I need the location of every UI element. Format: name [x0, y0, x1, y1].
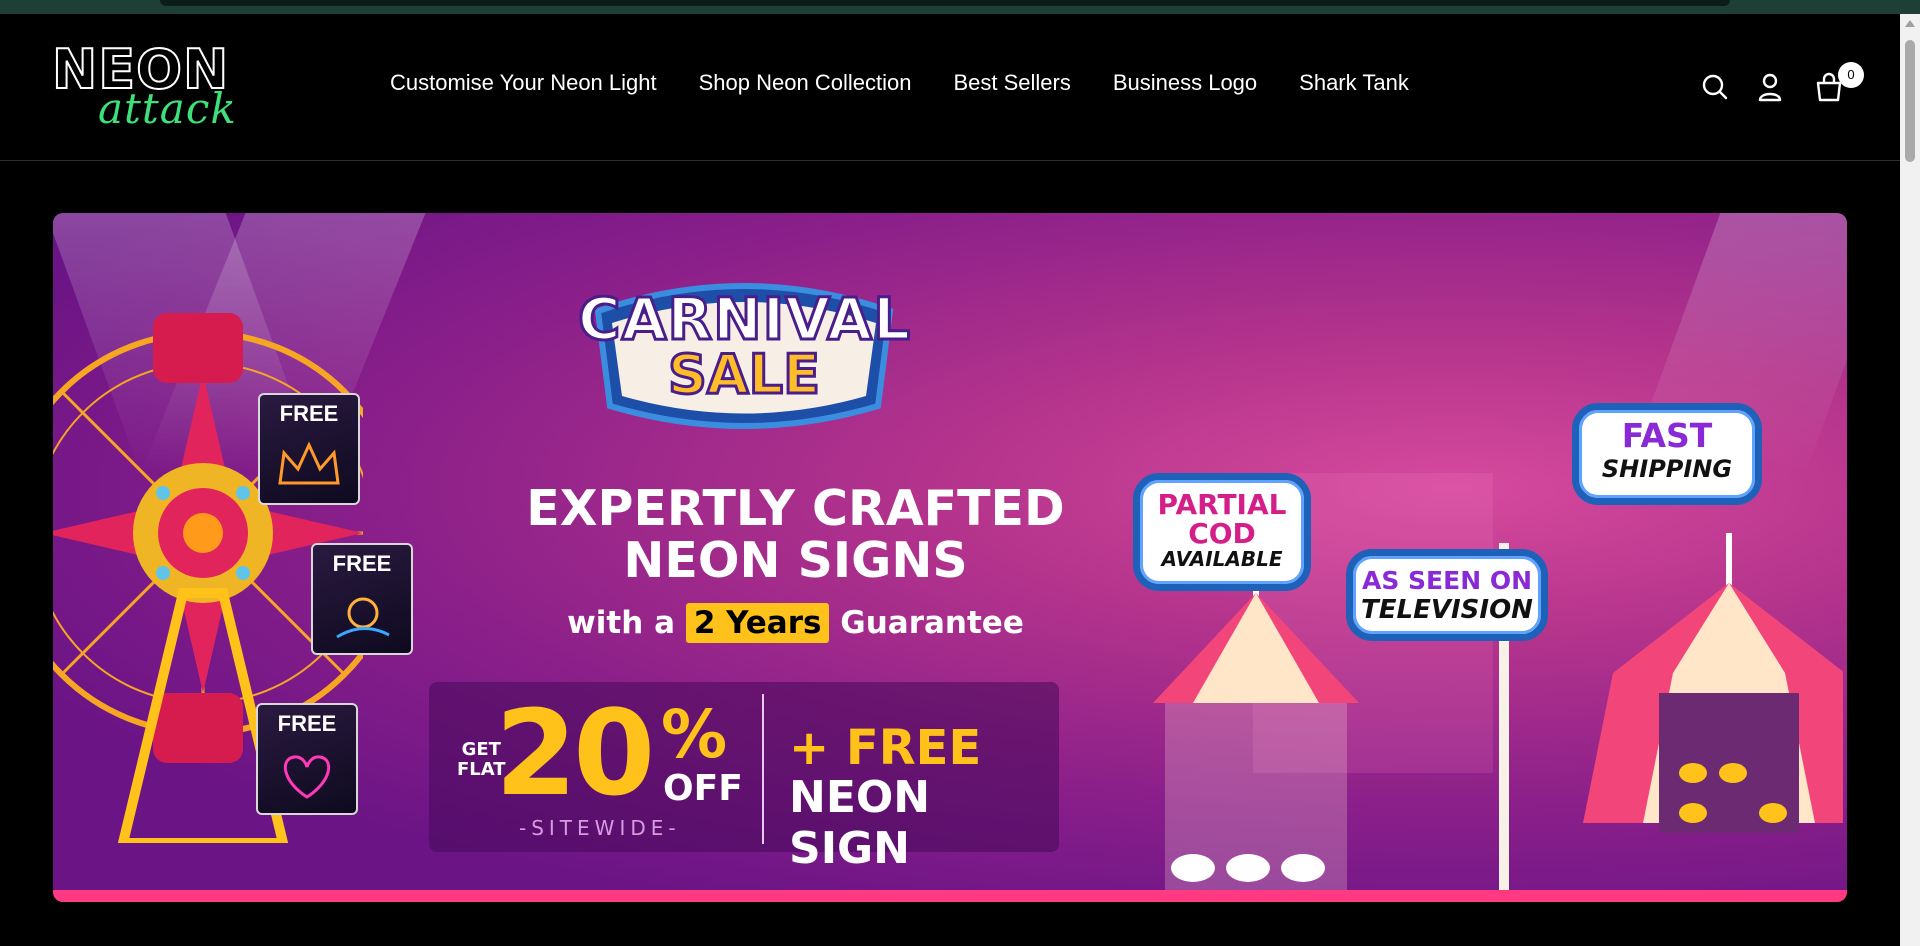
- guarantee-suffix: Guarantee: [840, 605, 1024, 641]
- banner-underline: [53, 890, 1847, 902]
- cart-count-badge: 0: [1838, 62, 1864, 88]
- fast-text: FAST: [1621, 416, 1713, 455]
- search-icon[interactable]: [1698, 70, 1732, 104]
- television-text: TELEVISION: [1361, 595, 1533, 625]
- percent-sign: %: [661, 696, 728, 773]
- headline-line-2: NEON SIGNS: [623, 532, 968, 589]
- off-text: OFF: [663, 768, 743, 809]
- as-seen-on-tv-sign: AS SEEN ON TELEVISION: [1346, 549, 1548, 641]
- scrollbar-thumb[interactable]: [1905, 40, 1915, 162]
- heart-neon-icon: [283, 755, 331, 799]
- free-label: FREE: [279, 401, 339, 426]
- available-text: AVAILABLE: [1161, 547, 1283, 571]
- offer-box: GET FLAT 20 % OFF -SITEWIDE- + FREE NEON…: [429, 682, 1059, 874]
- nav-shark-tank[interactable]: Shark Tank: [1299, 70, 1409, 96]
- shipping-text: SHIPPING: [1601, 455, 1733, 483]
- headline-line-1: EXPERTLY CRAFTED: [526, 480, 1065, 537]
- neon-sign-text: NEON SIGN: [789, 772, 931, 874]
- hero-banner[interactable]: FREE FREE FREE CARNIVAL SALE EXPERTLY CR…: [53, 213, 1847, 902]
- nav-customise[interactable]: Customise Your Neon Light: [390, 70, 657, 96]
- fast-shipping-sign: FAST SHIPPING: [1572, 403, 1762, 505]
- carnival-sale-sign: CARNIVAL SALE: [577, 271, 912, 431]
- logo-word-attack: attack: [98, 84, 237, 133]
- neon-light-icon: [336, 597, 390, 639]
- browser-tab-strip: [160, 0, 1730, 6]
- crown-neon-icon: [278, 441, 340, 485]
- discount-percent: 20: [495, 684, 655, 822]
- guarantee-prefix: with a: [567, 605, 676, 641]
- site-header: NEON attack Customise Your Neon Light Sh…: [0, 14, 1900, 161]
- nav-business-logo[interactable]: Business Logo: [1113, 70, 1257, 96]
- free-gift-card-light: FREE: [311, 543, 413, 655]
- account-icon[interactable]: [1753, 70, 1787, 104]
- offer-divider: [762, 694, 764, 844]
- page-scrollbar[interactable]: [1900, 14, 1920, 946]
- plus-free-text: + FREE: [789, 720, 982, 776]
- nav-shop-collection[interactable]: Shop Neon Collection: [699, 70, 912, 96]
- guarantee-highlight: 2 Years: [685, 603, 830, 643]
- as-seen-on-text: AS SEEN ON: [1361, 566, 1533, 595]
- cod-text: COD: [1188, 517, 1256, 550]
- site-logo[interactable]: NEON attack: [51, 39, 236, 150]
- guarantee-line: with a 2 Years Guarantee: [413, 603, 1178, 643]
- scroll-up-icon[interactable]: [1905, 20, 1915, 27]
- banner-headline: EXPERTLY CRAFTED NEON SIGNS: [413, 483, 1178, 587]
- main-nav: Customise Your Neon Light Shop Neon Coll…: [390, 70, 1451, 96]
- partial-cod-sign: PARTIAL COD AVAILABLE: [1133, 473, 1311, 591]
- browser-top-bar: [0, 0, 1920, 14]
- sitewide-text: -SITEWIDE-: [519, 816, 681, 840]
- free-label: FREE: [277, 711, 337, 736]
- free-gift-card-heart: FREE: [256, 703, 358, 815]
- nav-best-sellers[interactable]: Best Sellers: [953, 70, 1070, 96]
- sale-text: SALE: [667, 342, 822, 408]
- free-gift-card-crown: FREE: [258, 393, 360, 505]
- free-label: FREE: [332, 551, 392, 576]
